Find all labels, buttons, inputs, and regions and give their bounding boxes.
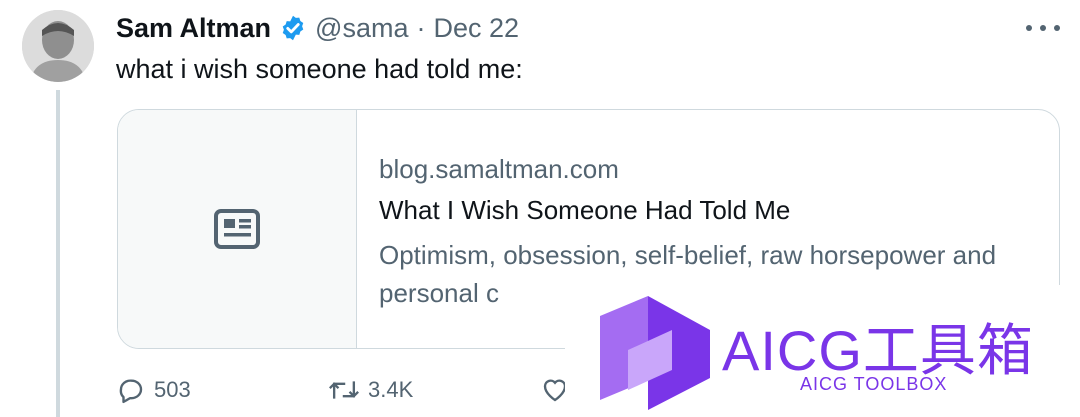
retweet-button[interactable]: 3.4K bbox=[328, 375, 540, 405]
thread-line bbox=[56, 90, 60, 417]
author-name[interactable]: Sam Altman bbox=[116, 13, 271, 44]
watermark-subtitle: AICG TOOLBOX bbox=[800, 374, 948, 394]
article-icon bbox=[214, 209, 260, 249]
reply-button[interactable]: 503 bbox=[116, 375, 328, 405]
aicg-logo-icon bbox=[600, 296, 710, 410]
more-dot bbox=[1054, 25, 1060, 31]
reply-count: 503 bbox=[154, 377, 191, 402]
more-dot bbox=[1040, 25, 1046, 31]
tweet-text: what i wish someone had told me: bbox=[116, 54, 523, 84]
card-thumbnail bbox=[118, 110, 357, 348]
card-domain: blog.samaltman.com bbox=[379, 154, 619, 184]
retweet-count: 3.4K bbox=[368, 377, 414, 402]
author-handle[interactable]: @sama bbox=[315, 13, 408, 44]
tweet-header: Sam Altman @sama · Dec 22 bbox=[116, 10, 519, 46]
retweet-icon bbox=[329, 381, 359, 399]
reply-icon bbox=[119, 379, 143, 404]
more-icon[interactable] bbox=[1026, 16, 1060, 40]
card-title: What I Wish Someone Had Told Me bbox=[379, 195, 791, 225]
separator-dot: · bbox=[416, 12, 426, 43]
avatar[interactable] bbox=[22, 10, 94, 82]
avatar-photo bbox=[22, 10, 94, 82]
verified-badge-icon bbox=[282, 15, 304, 41]
tweet-date[interactable]: Dec 22 bbox=[433, 13, 519, 44]
more-dot bbox=[1026, 25, 1032, 31]
